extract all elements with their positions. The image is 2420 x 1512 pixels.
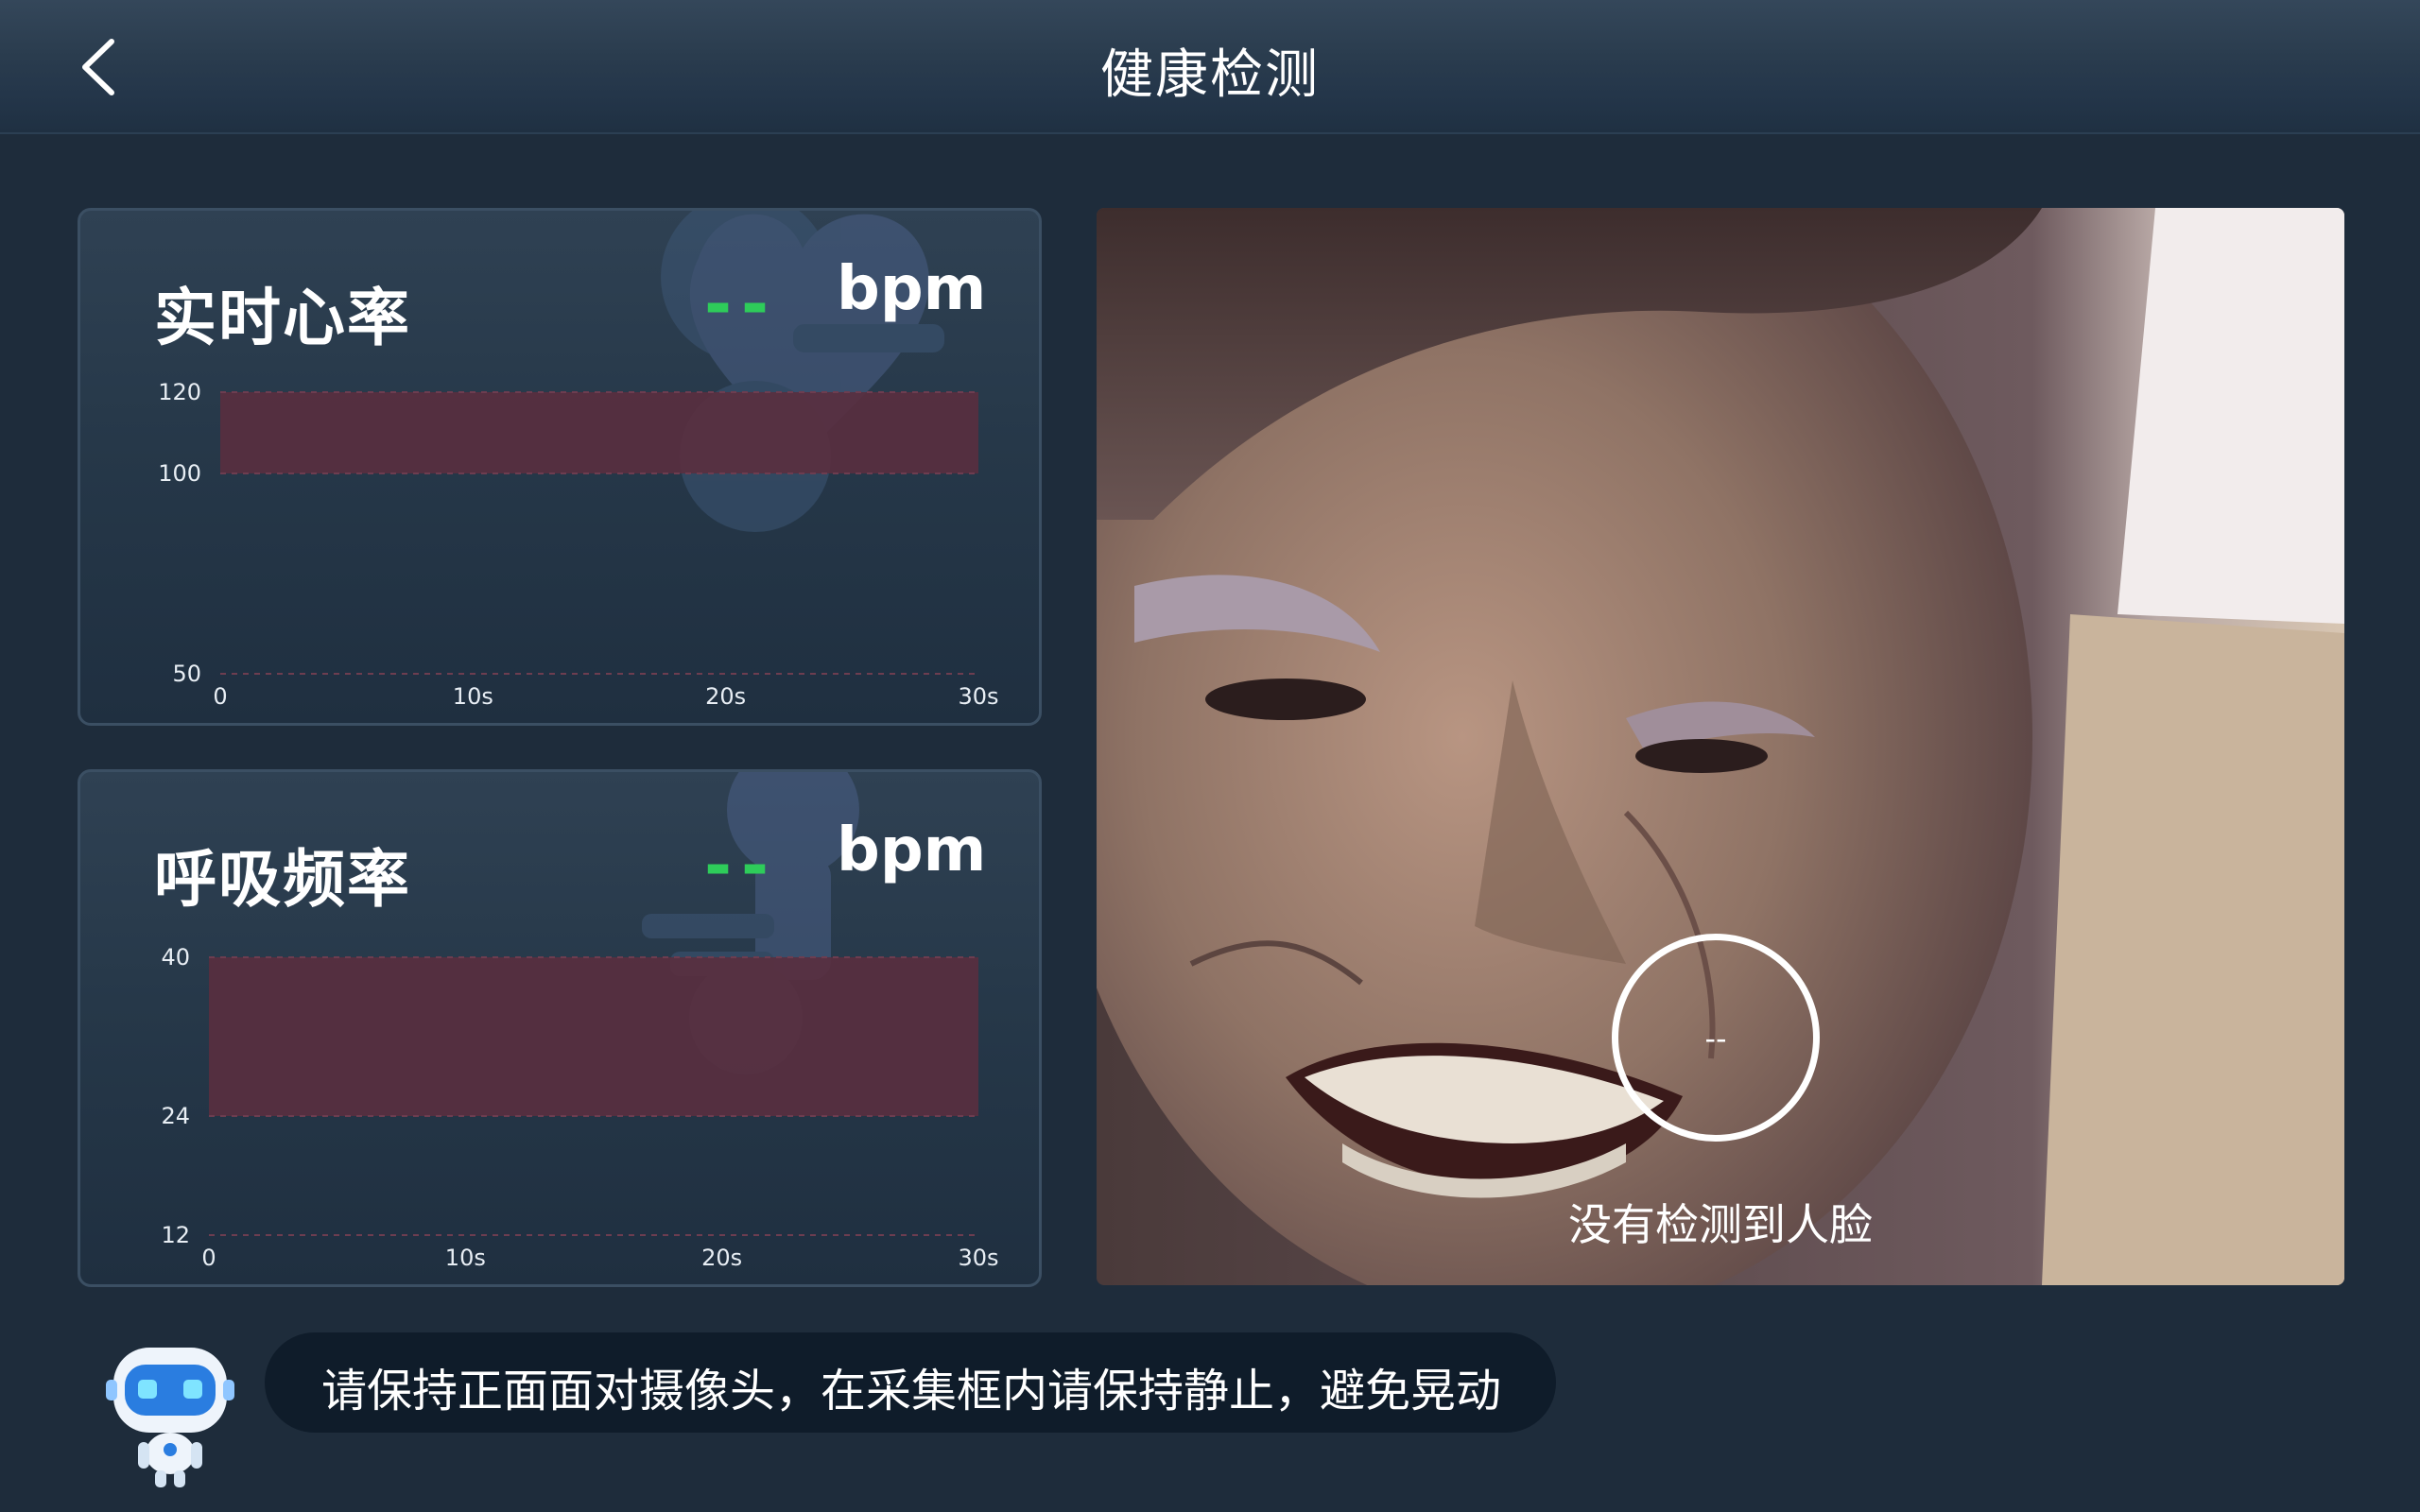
face-status-text: 没有检测到人脸 — [1568, 1199, 1873, 1250]
y-tick-label: 12 — [161, 1222, 190, 1248]
x-tick-label: 0 — [201, 1245, 216, 1271]
x-tick-label: 30s — [958, 683, 998, 710]
x-tick-label: 0 — [213, 683, 227, 710]
y-tick-label: 50 — [172, 661, 201, 687]
heart-rate-card: 实时心率 -- bpm 120 100 50 0 10s 20s 30s — [78, 208, 1042, 726]
respiration-chart: 40 24 12 0 10s 20s 30s — [161, 944, 998, 1271]
tip-banner: 请保持正面面对摄像头，在采集框内请保持静止，避免晃动 — [265, 1332, 1556, 1433]
normal-range-band — [220, 392, 978, 473]
x-tick-label: 30s — [958, 1245, 998, 1271]
y-tick-label: 100 — [158, 460, 201, 487]
detection-ring-value: -- — [1704, 1021, 1727, 1057]
tip-text: 请保持正面面对摄像头，在采集框内请保持静止，避免晃动 — [321, 1365, 1502, 1418]
robot-icon — [106, 1348, 234, 1487]
y-tick-label: 40 — [161, 944, 190, 971]
heart-rate-chart: 120 100 50 0 10s 20s 30s — [158, 379, 998, 710]
respiration-card: 呼吸频率 -- bpm 40 24 12 0 10s 20s 30s — [78, 769, 1042, 1287]
x-tick-label: 20s — [705, 683, 746, 710]
x-tick-label: 10s — [445, 1245, 486, 1271]
header-bar: 健康检测 — [0, 0, 2420, 134]
page-title: 健康检测 — [1100, 44, 1320, 106]
normal-range-band — [209, 957, 978, 1116]
x-tick-label: 20s — [701, 1245, 742, 1271]
y-tick-label: 120 — [158, 379, 201, 405]
y-tick-label: 24 — [161, 1103, 190, 1129]
x-tick-label: 10s — [453, 683, 493, 710]
